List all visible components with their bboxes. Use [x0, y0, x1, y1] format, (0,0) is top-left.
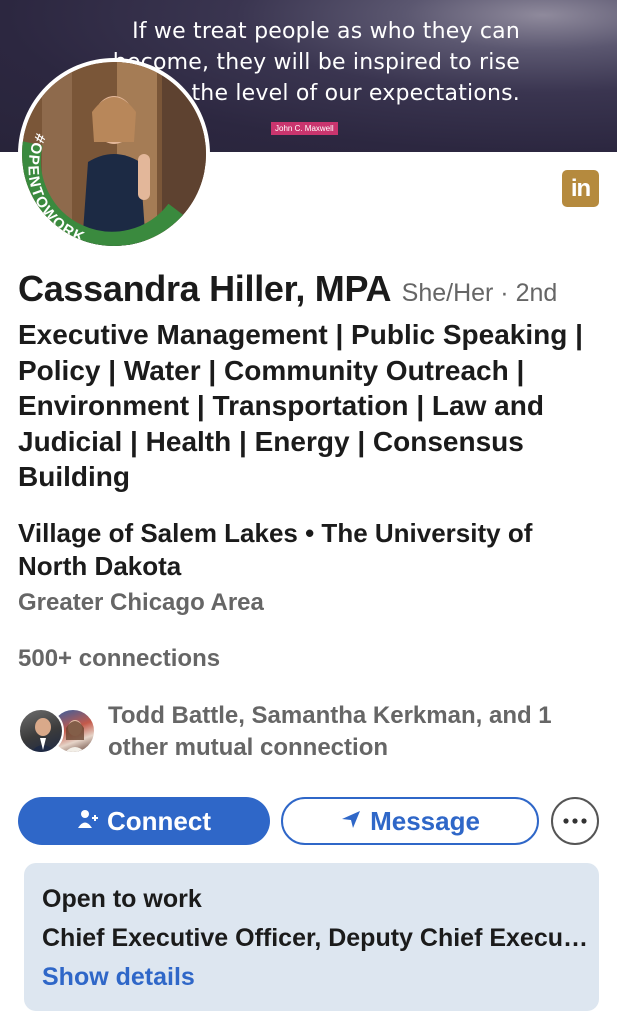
person-add-icon — [77, 806, 99, 837]
send-icon — [340, 806, 362, 837]
pronouns-degree: She/Her · 2nd — [401, 279, 558, 307]
open-to-work-roles: Chief Executive Officer, Deputy Chief Ex… — [42, 924, 592, 952]
profile-name-row: Cassandra Hiller, MPA She/Her · 2nd — [18, 268, 557, 310]
show-details-link[interactable]: Show details — [42, 963, 195, 992]
mutual-connections-text[interactable]: Todd Battle, Samantha Kerkman, and 1 oth… — [108, 700, 608, 764]
more-actions-button[interactable] — [551, 797, 599, 845]
profile-name: Cassandra Hiller, MPA — [18, 268, 392, 309]
profile-location: Greater Chicago Area — [18, 589, 264, 616]
linkedin-logo-icon[interactable]: in — [562, 170, 599, 207]
ellipsis-icon — [563, 818, 587, 824]
message-button[interactable]: Message — [281, 797, 539, 845]
profile-avatar: #OPENTOWORK — [22, 62, 206, 246]
mutual-connection-avatars[interactable] — [18, 708, 98, 756]
connections-count[interactable]: 500+ connections — [18, 645, 220, 673]
open-to-work-frame: #OPENTOWORK — [22, 62, 206, 246]
connect-button[interactable]: Connect — [18, 797, 270, 845]
banner-quote-author: John C. Maxwell — [271, 122, 338, 135]
message-button-label: Message — [370, 805, 480, 836]
profile-photo[interactable]: #OPENTOWORK — [18, 58, 210, 250]
profile-headline: Executive Management | Public Speaking |… — [18, 319, 583, 492]
profile-organizations[interactable]: Village of Salem Lakes • The University … — [18, 517, 598, 583]
open-to-work-card[interactable]: Open to work Chief Executive Officer, De… — [24, 863, 599, 1011]
connect-button-label: Connect — [107, 805, 211, 836]
avatar — [18, 708, 64, 754]
open-to-work-title: Open to work — [42, 885, 202, 913]
